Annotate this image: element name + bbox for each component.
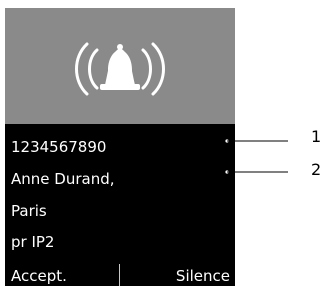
callout-lines [225, 139, 288, 174]
callout-number-2: 2 [311, 160, 322, 179]
manual-illustration: 1234567890 Anne Durand, Paris pr IP2 Acc… [0, 0, 324, 291]
callout-number-1: 1 [311, 127, 322, 146]
